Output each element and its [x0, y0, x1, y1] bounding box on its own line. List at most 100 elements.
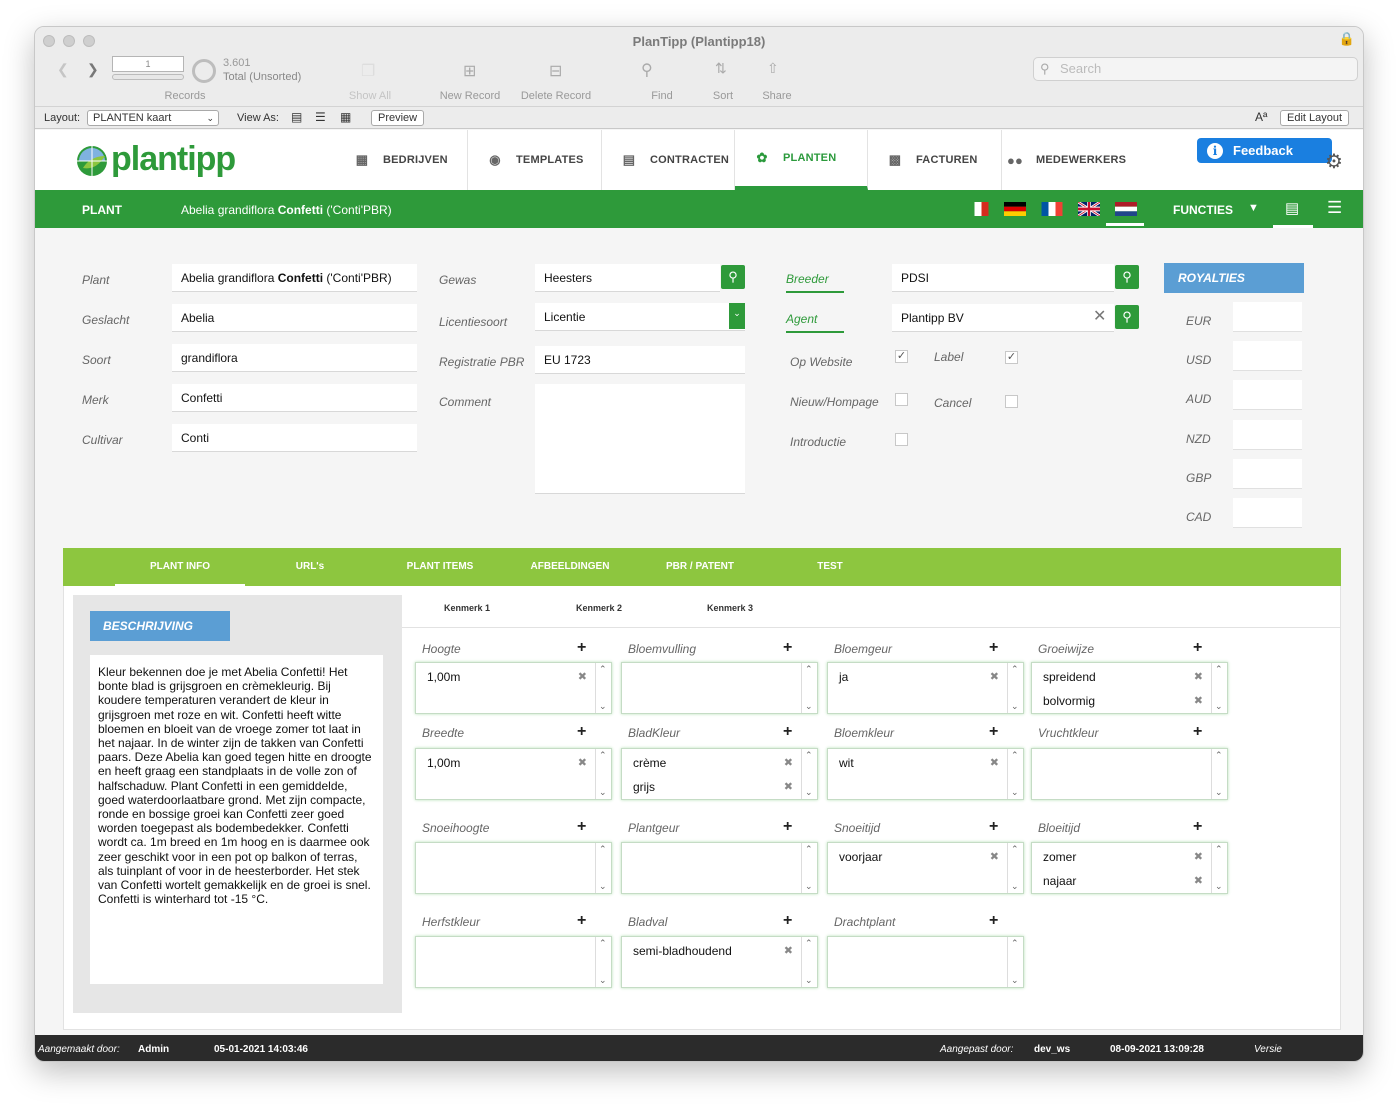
add-icon[interactable]: +	[577, 912, 586, 930]
cultivar-field[interactable]: Conti	[172, 424, 417, 452]
op-website-checkbox[interactable]: ✓	[895, 350, 908, 363]
delete-record-label[interactable]: Delete Record	[515, 90, 597, 102]
scrollbar[interactable]: ⌃ ⌄	[801, 749, 817, 799]
scroll-up-icon[interactable]: ⌃	[805, 664, 813, 675]
scroll-up-icon[interactable]: ⌃	[805, 938, 813, 949]
add-icon[interactable]: +	[783, 912, 792, 930]
breeder-field[interactable]: PDSI	[892, 264, 1114, 292]
remove-value-icon[interactable]: ✖	[1194, 670, 1203, 683]
flag-france-icon[interactable]	[1041, 202, 1063, 216]
scroll-down-icon[interactable]: ⌄	[805, 787, 813, 798]
remove-value-icon[interactable]: ✖	[784, 944, 793, 957]
agent-field[interactable]: Plantipp BV	[892, 304, 1114, 332]
comment-field[interactable]	[535, 384, 745, 494]
scrollbar[interactable]: ⌃ ⌄	[1211, 843, 1227, 893]
new-record-label[interactable]: New Record	[435, 90, 505, 102]
remove-value-icon[interactable]: ✖	[784, 780, 793, 793]
scrollbar[interactable]: ⌃ ⌄	[595, 749, 611, 799]
remove-value-icon[interactable]: ✖	[784, 756, 793, 769]
nav-contracten[interactable]: ▤ CONTRACTEN	[602, 130, 735, 190]
kenmerk-value-list[interactable]: ⌃ ⌄	[1031, 748, 1228, 800]
gewas-field[interactable]: Heesters	[535, 264, 720, 292]
find-icon[interactable]: ⚲	[641, 60, 653, 80]
add-icon[interactable]: +	[989, 723, 998, 741]
scrollbar[interactable]: ⌃ ⌄	[1007, 843, 1023, 893]
scroll-up-icon[interactable]: ⌃	[1215, 844, 1223, 855]
share-label[interactable]: Share	[757, 90, 797, 102]
agent-search-button[interactable]: ⚲	[1115, 305, 1139, 329]
agent-link[interactable]: Agent	[786, 312, 844, 333]
royalty-aud-field[interactable]	[1233, 380, 1302, 410]
tab-kenmerk-3[interactable]: Kenmerk 3	[707, 603, 753, 613]
licentiesoort-select[interactable]: Licentie	[535, 303, 745, 331]
add-icon[interactable]: +	[783, 639, 792, 657]
scrollbar[interactable]: ⌃ ⌄	[1007, 937, 1023, 987]
label-checkbox[interactable]: ✓	[1005, 351, 1018, 364]
tab-pbr-patent[interactable]: PBR / PATENT	[635, 548, 765, 586]
remove-value-icon[interactable]: ✖	[1194, 850, 1203, 863]
tab-plant-items[interactable]: PLANT ITEMS	[375, 548, 505, 586]
description-text[interactable]: Kleur bekennen doe je met Abelia Confett…	[90, 655, 383, 984]
remove-value-icon[interactable]: ✖	[990, 670, 999, 683]
scroll-up-icon[interactable]: ⌃	[599, 938, 607, 949]
remove-value-icon[interactable]: ✖	[578, 756, 587, 769]
scroll-up-icon[interactable]: ⌃	[1215, 664, 1223, 675]
feedback-button[interactable]: i Feedback	[1197, 138, 1332, 163]
remove-value-icon[interactable]: ✖	[990, 756, 999, 769]
scroll-up-icon[interactable]: ⌃	[1011, 750, 1019, 761]
show-all-label[interactable]: Show All	[340, 90, 400, 102]
royalty-cad-field[interactable]	[1233, 498, 1302, 528]
kenmerk-value-list[interactable]: 1,00m ✖ ⌃ ⌄	[415, 662, 612, 714]
add-icon[interactable]: +	[989, 639, 998, 657]
kenmerk-value-list[interactable]: ⌃ ⌄	[415, 936, 612, 988]
sort-label[interactable]: Sort	[703, 90, 743, 102]
sort-icon[interactable]: ⇅	[715, 60, 727, 77]
kenmerk-value-list[interactable]: semi-bladhoudend ✖ ⌃ ⌄	[621, 936, 818, 988]
kenmerk-value-list[interactable]: ⌃ ⌄	[621, 662, 818, 714]
tab-kenmerk-1[interactable]: Kenmerk 1	[444, 603, 490, 613]
scrollbar[interactable]: ⌃ ⌄	[801, 663, 817, 713]
add-icon[interactable]: +	[1193, 723, 1202, 741]
layout-select[interactable]: PLANTEN kaart ⌄	[87, 110, 219, 126]
show-all-icon[interactable]: ❐	[361, 61, 375, 81]
scrollbar[interactable]: ⌃ ⌄	[1211, 749, 1227, 799]
flag-germany-icon[interactable]	[1004, 202, 1026, 216]
scroll-up-icon[interactable]: ⌃	[805, 750, 813, 761]
scroll-down-icon[interactable]: ⌄	[1215, 881, 1223, 892]
introductie-checkbox[interactable]	[895, 433, 908, 446]
remove-value-icon[interactable]: ✖	[578, 670, 587, 683]
record-slider[interactable]	[112, 74, 184, 80]
tab-plant-info[interactable]: PLANT INFO	[115, 548, 245, 586]
caret-down-icon[interactable]: ▼	[1248, 202, 1259, 214]
scroll-down-icon[interactable]: ⌄	[1011, 701, 1019, 712]
kenmerk-value-list[interactable]: zomer ✖ najaar ✖ ⌃ ⌄	[1031, 842, 1228, 894]
scrollbar[interactable]: ⌃ ⌄	[1007, 749, 1023, 799]
scroll-down-icon[interactable]: ⌄	[1215, 701, 1223, 712]
nav-templates[interactable]: ◉ TEMPLATES	[468, 130, 602, 190]
royalty-usd-field[interactable]	[1233, 341, 1302, 371]
tab-urls[interactable]: URL's	[245, 548, 375, 586]
delete-record-icon[interactable]: ⊟	[549, 61, 562, 81]
add-icon[interactable]: +	[1193, 639, 1202, 657]
new-record-icon[interactable]: ⊞	[463, 61, 476, 81]
add-icon[interactable]: +	[577, 723, 586, 741]
edit-layout-button[interactable]: Edit Layout	[1280, 110, 1350, 126]
breeder-search-button[interactable]: ⚲	[1115, 265, 1139, 289]
royalty-eur-field[interactable]	[1233, 302, 1302, 332]
add-icon[interactable]: +	[783, 723, 792, 741]
scroll-down-icon[interactable]: ⌄	[805, 975, 813, 986]
add-icon[interactable]: +	[577, 639, 586, 657]
scroll-up-icon[interactable]: ⌃	[599, 750, 607, 761]
nav-medewerkers[interactable]: ●● MEDEWERKERS	[988, 130, 1148, 190]
scroll-up-icon[interactable]: ⌃	[805, 844, 813, 855]
scrollbar[interactable]: ⌃ ⌄	[595, 663, 611, 713]
table-view-icon[interactable]: ▦	[340, 110, 351, 124]
scrollbar[interactable]: ⌃ ⌄	[1211, 663, 1227, 713]
nieuw-homepage-checkbox[interactable]	[895, 393, 908, 406]
scroll-down-icon[interactable]: ⌄	[1011, 787, 1019, 798]
record-number-field[interactable]: 1	[112, 56, 184, 72]
scroll-down-icon[interactable]: ⌄	[1215, 787, 1223, 798]
share-icon[interactable]: ⇧	[767, 60, 779, 77]
royalty-nzd-field[interactable]	[1233, 420, 1302, 450]
next-record-icon[interactable]: ❯	[87, 61, 99, 78]
